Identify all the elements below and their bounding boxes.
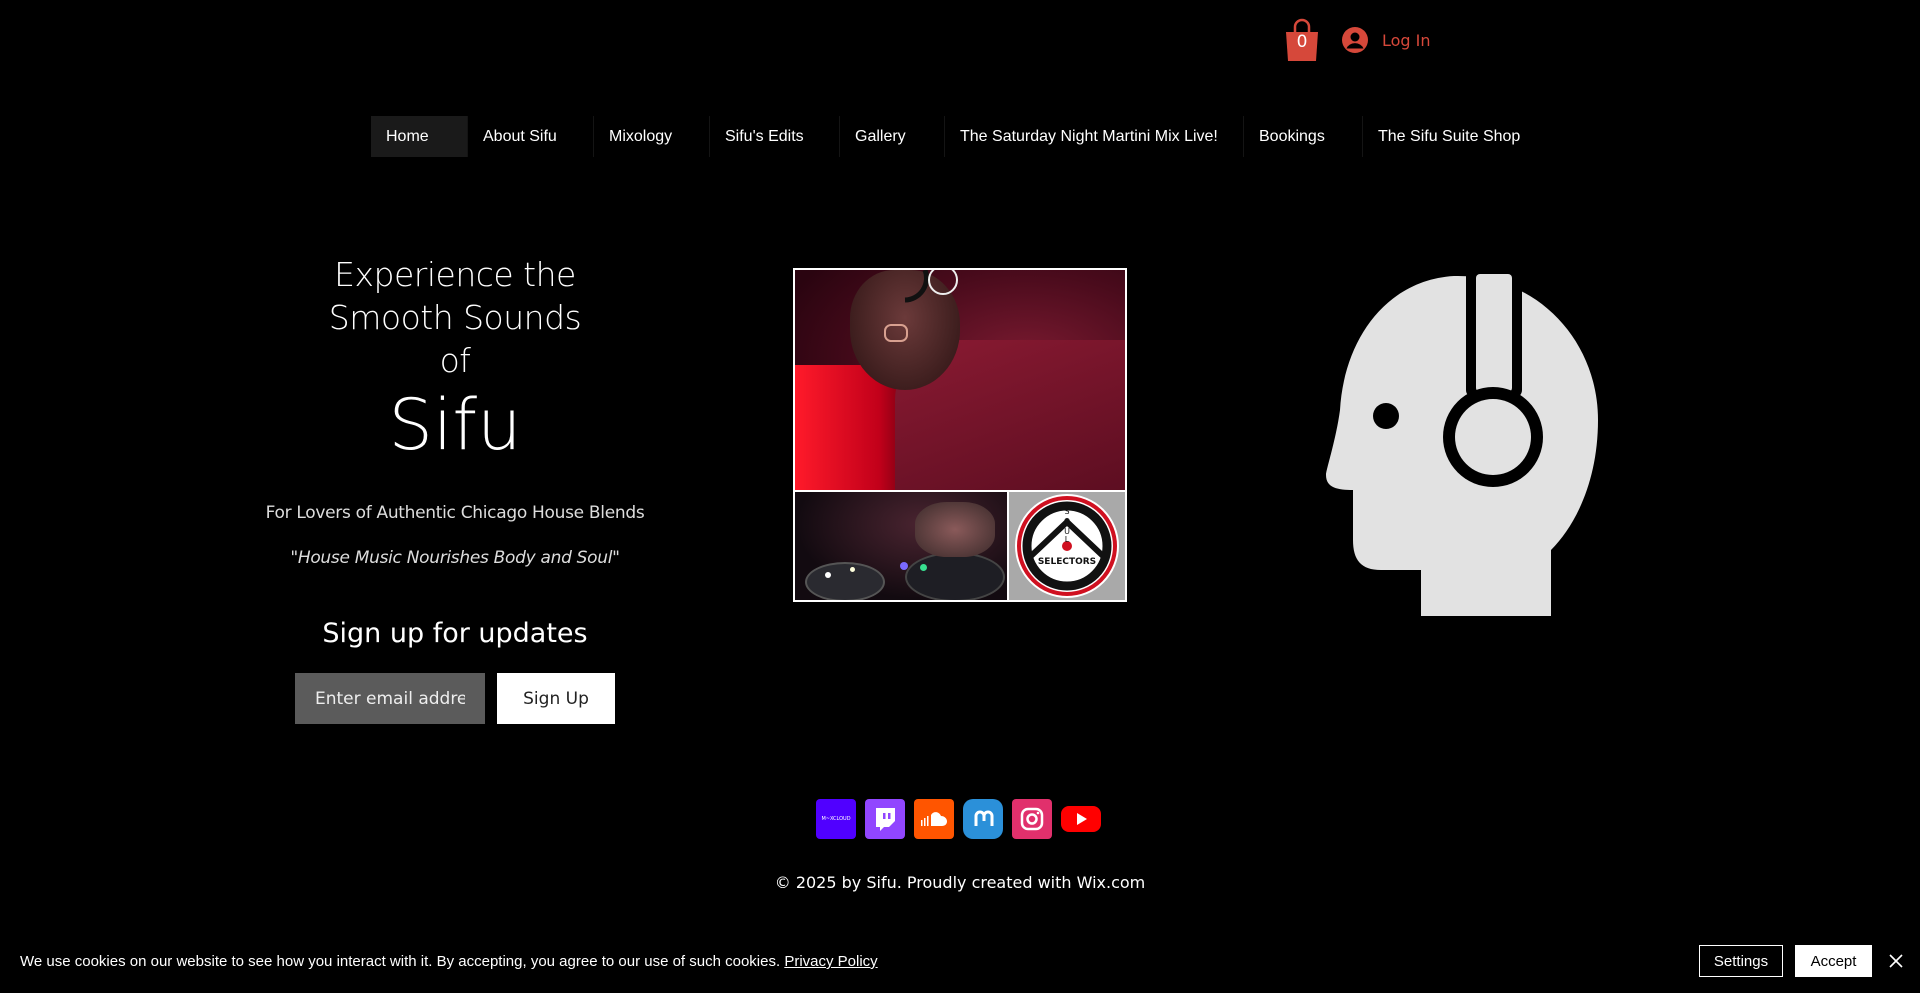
nav-item-gallery[interactable]: Gallery bbox=[840, 116, 945, 157]
svg-text:O: O bbox=[1064, 517, 1070, 526]
signup-title: Sign up for updates bbox=[322, 618, 588, 649]
photo-collage: S O U L SELECTORS bbox=[793, 268, 1127, 602]
social-bar: M~XCLOUD bbox=[816, 799, 1101, 839]
nav-item-mixology[interactable]: Mixology bbox=[594, 116, 710, 157]
headphones-head-icon bbox=[1326, 270, 1598, 616]
dj-photo bbox=[795, 270, 1125, 490]
twitch-icon[interactable] bbox=[865, 799, 905, 839]
nav-item-sifus-edits[interactable]: Sifu's Edits bbox=[710, 116, 840, 157]
cookie-accept-button[interactable]: Accept bbox=[1795, 945, 1872, 977]
user-avatar-icon bbox=[1342, 27, 1368, 53]
svg-text:SELECTORS: SELECTORS bbox=[1038, 557, 1096, 567]
cookie-message: We use cookies on our website to see how… bbox=[20, 953, 781, 970]
mastodon-icon[interactable] bbox=[963, 799, 1003, 839]
hero-name: Sifu bbox=[388, 384, 522, 466]
nav-item-bookings[interactable]: Bookings bbox=[1244, 116, 1363, 157]
soul-selectors-logo: S O U L SELECTORS bbox=[1009, 492, 1125, 600]
cookie-settings-button[interactable]: Settings bbox=[1699, 945, 1783, 977]
nav-item-saturday-night-martini-mix[interactable]: The Saturday Night Martini Mix Live! bbox=[945, 116, 1244, 157]
cookie-message-wrap: We use cookies on our website to see how… bbox=[20, 953, 878, 970]
hero-heading: Experience the Smooth Sounds of Sifu bbox=[255, 253, 655, 468]
hero-title-line3: of bbox=[439, 341, 471, 380]
cart-count: 0 bbox=[1296, 32, 1308, 52]
soundcloud-icon[interactable] bbox=[914, 799, 954, 839]
hero-title-line1: Experience the bbox=[334, 255, 576, 294]
login-label: Log In bbox=[1382, 30, 1431, 50]
login-button[interactable]: Log In bbox=[1342, 25, 1431, 55]
nav-item-sifu-suite-shop[interactable]: The Sifu Suite Shop bbox=[1363, 116, 1523, 157]
signup-button[interactable]: Sign Up bbox=[497, 673, 615, 724]
svg-text:S: S bbox=[1064, 507, 1069, 516]
close-icon[interactable] bbox=[1886, 949, 1906, 973]
svg-text:L: L bbox=[1065, 535, 1070, 544]
quote: "House Music Nourishes Body and Soul" bbox=[290, 548, 620, 568]
email-input[interactable] bbox=[295, 673, 485, 724]
cookie-banner: We use cookies on our website to see how… bbox=[0, 935, 1920, 993]
tagline: For Lovers of Authentic Chicago House Bl… bbox=[265, 503, 645, 523]
mixcloud-icon[interactable]: M~XCLOUD bbox=[816, 799, 856, 839]
privacy-policy-link[interactable]: Privacy Policy bbox=[784, 953, 877, 970]
main-nav: Home About Sifu Mixology Sifu's Edits Ga… bbox=[371, 116, 1523, 157]
nav-item-home[interactable]: Home bbox=[371, 116, 468, 157]
copyright: © 2025 by Sifu. Proudly created with Wix… bbox=[774, 873, 1146, 892]
turntable-photo bbox=[795, 492, 1007, 600]
youtube-icon[interactable] bbox=[1061, 799, 1101, 839]
nav-item-about-sifu[interactable]: About Sifu bbox=[468, 116, 594, 157]
mixcloud-label: M~XCLOUD bbox=[821, 816, 851, 822]
cart-button[interactable]: 0 bbox=[1284, 18, 1320, 62]
instagram-icon[interactable] bbox=[1012, 799, 1052, 839]
hero-title-line2: Smooth Sounds bbox=[328, 298, 582, 337]
